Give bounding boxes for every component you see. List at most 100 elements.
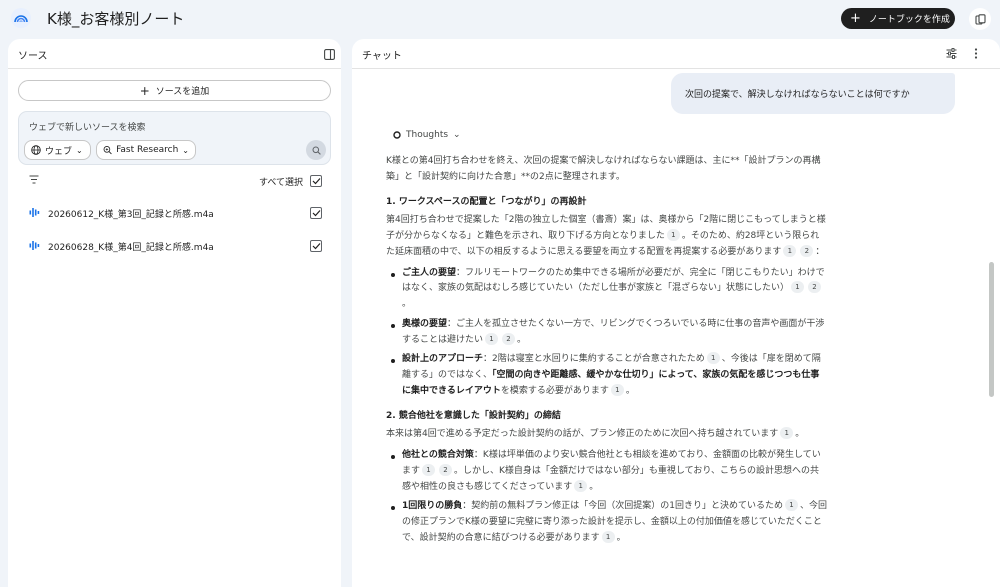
answer-intro: K様との第4回打ち合わせを終え、次回の提案で解決しなければならない課題は、主に*… xyxy=(386,156,821,182)
bullet-list: 他社との競合対策：K様は坪単価のより安い競合他社とも相談を進めており、金額面の比… xyxy=(386,448,828,547)
citation-chip[interactable]: 2 xyxy=(808,281,822,294)
thoughts-label: Thoughts xyxy=(406,130,449,140)
select-all-label: すべて選択 xyxy=(259,178,304,188)
notebooklm-logo-icon[interactable] xyxy=(11,8,31,28)
bullet-text: ：ご主人を孤立させたくない一方で、リビングでくつろいでいる時に仕事の音声や画面が… xyxy=(402,318,825,345)
bullet-text: 。しかし、K様自身は「金額だけではない部分」も重視しており、こちらの設計思想への… xyxy=(402,465,820,492)
user-message-bubble: 次回の提案で、解決しなければならないことは何ですか xyxy=(671,73,955,114)
citation-chip[interactable]: 1 xyxy=(666,229,680,241)
citation-chip[interactable]: 1 xyxy=(574,479,588,492)
bullet-label: 他社との競合対策 xyxy=(402,450,474,460)
checkmark-icon xyxy=(312,243,320,250)
add-source-button[interactable]: + ソースを追加 xyxy=(18,80,331,101)
citation-chip[interactable]: 1 xyxy=(785,499,798,512)
citation-chip[interactable]: 1 xyxy=(706,352,720,365)
source-item[interactable]: 20260612_K様_第3回_記録と所感.m4a xyxy=(8,202,341,224)
thoughts-toggle[interactable]: Thoughts ⌄ xyxy=(393,130,461,140)
select-all-checkbox[interactable] xyxy=(310,175,322,187)
bullet-text: ：契約前の無料プラン修正は「今回（次回提案）の1回きり」と決めているため xyxy=(462,501,783,512)
plus-icon: + xyxy=(850,11,861,26)
bullet-label: 奥様の要望 xyxy=(402,318,448,329)
list-item: 他社との競合対策：K様は坪単価のより安い競合他社とも相談を進めており、金額面の比… xyxy=(386,448,828,495)
copy-icon xyxy=(974,13,986,25)
chat-header: チャット xyxy=(352,39,1000,69)
answer-paragraph: 第4回打ち合わせで提案した「2階の独立した個室（書斎）案」は、奥様から「2階に閉… xyxy=(386,213,828,260)
punctuation: 。 xyxy=(795,429,805,440)
thoughts-dot-icon xyxy=(393,131,401,139)
citation-chip[interactable]: 2 xyxy=(800,244,814,257)
assistant-answer: K様との第4回打ち合わせを終え、次回の提案で解決しなければならない課題は、主に*… xyxy=(386,154,828,551)
chat-panel: チャット 次回の提案で、解決しなければならないことは何ですか Thoughts … xyxy=(352,39,1000,587)
citation-chip[interactable]: 2 xyxy=(439,463,453,476)
create-notebook-button[interactable]: + ノートブックを作成 xyxy=(841,8,955,29)
list-item: ご主人の要望：フルリモートワークのため集中できる場所が必要だが、完全に「閉じこも… xyxy=(386,266,828,313)
chevron-down-icon: ⌄ xyxy=(182,145,189,155)
bullet-text: ：2階は寝室と水回りに集約することが合意されたため xyxy=(483,354,705,365)
chevron-down-icon: ⌄ xyxy=(453,130,461,140)
source-name: 20260612_K様_第3回_記録と所感.m4a xyxy=(48,210,214,220)
user-message-text: 次回の提案で、解決しなければならないことは何ですか xyxy=(685,90,910,100)
search-icon xyxy=(312,146,321,155)
collapse-panel-icon[interactable] xyxy=(324,49,335,60)
answer-paragraph: 本来は第4回で進める予定だった設計契約の話が、プラン修正のために次回へ持ち越され… xyxy=(386,427,828,443)
punctuation: 。 xyxy=(517,334,527,345)
citation-chip[interactable]: 1 xyxy=(783,244,797,257)
citation-chip[interactable]: 1 xyxy=(780,427,794,440)
bullet-label: 設計上のアプローチ xyxy=(402,354,484,365)
audio-icon xyxy=(29,208,40,217)
tune-settings-icon[interactable] xyxy=(946,48,957,59)
citation-chip[interactable]: 1 xyxy=(422,463,436,476)
chat-scrollbar[interactable] xyxy=(989,262,994,397)
citation-chip[interactable]: 1 xyxy=(601,530,615,543)
punctuation: 。 xyxy=(625,385,635,396)
bullet-text: ：フルリモートワークのため集中できる場所が必要だが、完全に「閉じこもりたい」わけ… xyxy=(402,267,825,294)
bullet-label: ご主人の要望 xyxy=(402,267,457,278)
create-notebook-label: ノートブックを作成 xyxy=(868,15,950,25)
source-item[interactable]: 20260628_K様_第4回_記録と所感.m4a xyxy=(8,235,341,257)
punctuation: 。 xyxy=(616,532,626,543)
plus-icon: + xyxy=(139,83,150,98)
search-submit-button[interactable] xyxy=(306,140,326,160)
source-checkbox[interactable] xyxy=(310,240,322,252)
bullet-label: 1回限りの勝負 xyxy=(402,501,463,512)
web-source-label: ウェブ xyxy=(45,146,73,157)
sparkle-search-icon xyxy=(103,146,112,155)
checkmark-icon xyxy=(312,210,320,217)
checkmark-icon xyxy=(312,178,320,185)
web-search-card: ウェブで新しいソースを検索 ウェブ ⌄ Fast Research ⌄ xyxy=(18,111,331,165)
research-mode-label: Fast Research xyxy=(116,145,179,155)
sources-panel: ソース + ソースを追加 ウェブで新しいソースを検索 ウェブ ⌄ Fast Re… xyxy=(8,39,341,587)
sort-filter-icon[interactable] xyxy=(29,175,39,184)
punctuation: 。 xyxy=(402,299,412,309)
bullet-list: ご主人の要望：フルリモートワークのため集中できる場所が必要だが、完全に「閉じこも… xyxy=(386,266,828,400)
paragraph-text: 本来は第4回で進める予定だった設計契約の話が、プラン修正のために次回へ持ち越され… xyxy=(386,429,779,440)
sources-title: ソース xyxy=(18,51,48,62)
bullet-text: を模索する必要があります xyxy=(500,385,609,396)
source-checkbox[interactable] xyxy=(310,207,322,219)
panel-toggle-button[interactable] xyxy=(969,8,991,30)
list-item: 奥様の要望：ご主人を孤立させたくない一方で、リビングでくつろいでいる時に仕事の音… xyxy=(386,317,828,349)
citation-chip[interactable]: 1 xyxy=(485,332,499,345)
list-item: 設計上のアプローチ：2階は寝室と水回りに集約することが合意されたため 1 、今後は「… xyxy=(386,352,828,399)
citation-chip[interactable]: 2 xyxy=(502,332,516,345)
sources-header: ソース xyxy=(8,39,341,69)
globe-icon xyxy=(31,145,41,155)
chat-title: チャット xyxy=(362,51,402,62)
section-heading: 2. 競合他社を意識した「設計契約」の締結 xyxy=(386,410,561,421)
audio-icon xyxy=(29,241,40,250)
more-options-icon[interactable] xyxy=(974,48,978,59)
source-name: 20260628_K様_第4回_記録と所感.m4a xyxy=(48,243,214,253)
web-source-dropdown[interactable]: ウェブ ⌄ xyxy=(24,140,91,160)
research-mode-dropdown[interactable]: Fast Research ⌄ xyxy=(96,140,196,160)
list-item: 1回限りの勝負：契約前の無料プラン修正は「今回（次回提案）の1回きり」と決めてい… xyxy=(386,499,828,546)
web-search-input[interactable]: ウェブで新しいソースを検索 xyxy=(29,120,146,133)
chevron-down-icon: ⌄ xyxy=(76,145,83,155)
section-heading: 1. ワークスペースの配置と「つながり」の再設計 xyxy=(386,196,587,207)
citation-chip[interactable]: 1 xyxy=(791,281,805,294)
punctuation: 。 xyxy=(589,481,599,492)
notebook-title[interactable]: K様_お客様別ノート xyxy=(47,8,184,29)
paragraph-text: ： xyxy=(815,246,825,257)
citation-chip[interactable]: 1 xyxy=(610,383,624,396)
top-bar: K様_お客様別ノート + ノートブックを作成 xyxy=(0,0,1000,38)
add-source-label: ソースを追加 xyxy=(155,87,210,97)
